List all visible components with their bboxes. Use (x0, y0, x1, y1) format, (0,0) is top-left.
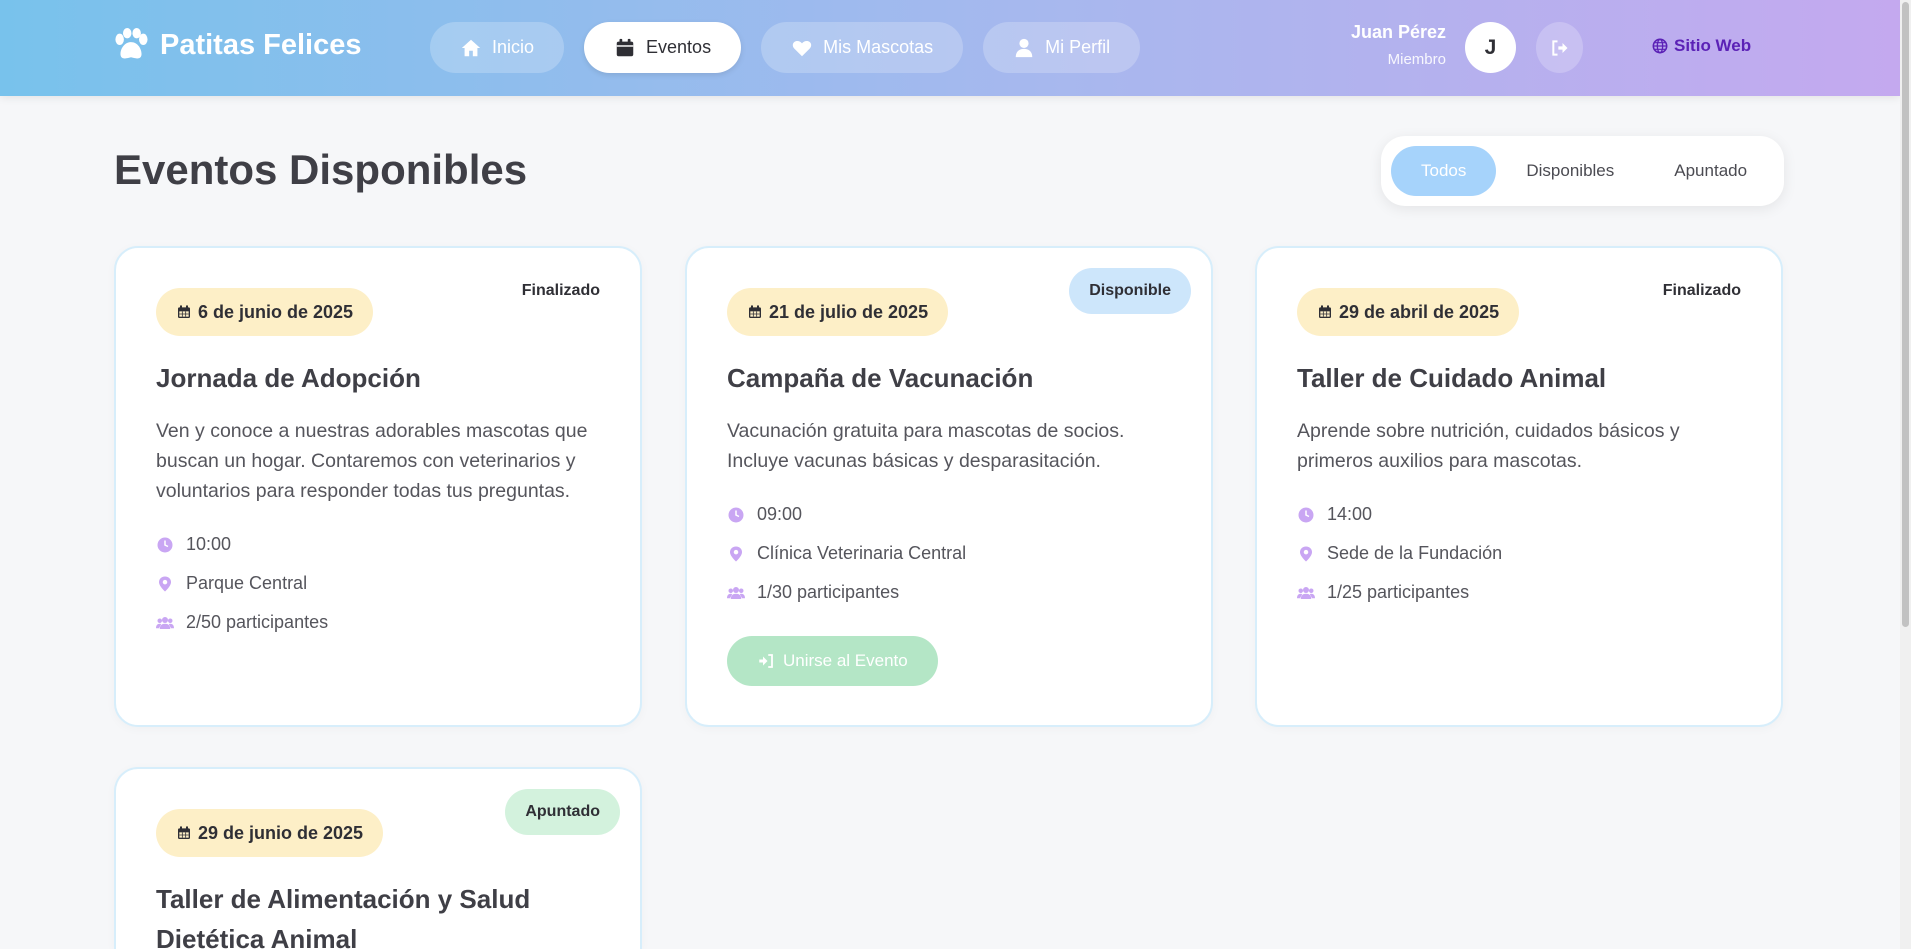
join-event-button[interactable]: Unirse al Evento (727, 636, 938, 686)
status-badge: Apuntado (505, 789, 620, 835)
calendar-icon (749, 305, 761, 318)
paw-icon (115, 28, 148, 59)
event-date-text: 6 de junio de 2025 (198, 301, 354, 322)
event-time: 09:00 (727, 504, 802, 525)
page-title: Eventos Disponibles (114, 146, 528, 193)
clock-icon (157, 537, 173, 552)
event-date-text: 21 de julio de 2025 (769, 301, 929, 322)
nav-label: Mi Perfil (1045, 37, 1111, 57)
nav-mi-perfil[interactable]: Mi Perfil (983, 22, 1141, 73)
event-description: Ven y conoce a nuestras adorables mascot… (156, 420, 588, 502)
event-date: 21 de julio de 2025 (727, 288, 949, 336)
clock-icon (728, 507, 744, 522)
calendar-icon (178, 305, 190, 318)
user-role: Miembro (1387, 51, 1446, 68)
filter-disponibles[interactable]: Disponibles (1496, 146, 1644, 196)
nav-inicio[interactable]: Inicio (430, 22, 565, 73)
sign-in-icon (759, 654, 773, 668)
users-icon (727, 586, 745, 599)
event-card: Finalizado 29 de abril de 2025 Taller de… (1255, 246, 1783, 727)
filter-todos[interactable]: Todos (1391, 146, 1497, 196)
event-location-text: Sede de la Fundación (1327, 543, 1503, 563)
event-location: Parque Central (156, 573, 307, 594)
avatar[interactable]: J (1465, 22, 1516, 73)
brand-logo[interactable]: Patitas Felices (112, 28, 362, 62)
event-title: Campaña de Vacunación (727, 363, 1034, 393)
event-date: 29 de abril de 2025 (1297, 288, 1520, 336)
event-participants-text: 2/50 participantes (186, 612, 329, 632)
event-time-text: 14:00 (1327, 504, 1373, 524)
status-badge: Disponible (1069, 268, 1191, 314)
site-link[interactable]: Sitio Web (1652, 36, 1751, 56)
users-icon (1297, 586, 1315, 599)
clock-icon (1298, 507, 1314, 522)
users-icon (156, 616, 174, 629)
sign-out-icon (1551, 39, 1567, 56)
event-title: Taller de Alimentación y Salud Dietética… (156, 884, 531, 949)
heart-icon (792, 40, 812, 56)
nav-eventos[interactable]: Eventos (584, 22, 742, 73)
calendar-icon (178, 826, 190, 839)
top-navbar: Patitas Felices Inicio Eventos Mis Masco… (0, 0, 1900, 96)
event-title: Taller de Cuidado Animal (1297, 363, 1607, 393)
user-info: Juan Pérez Miembro (1300, 22, 1446, 68)
event-title: Jornada de Adopción (156, 363, 421, 393)
location-pin-icon (730, 546, 742, 561)
event-description: Vacunación gratuita para mascotas de soc… (727, 420, 1125, 472)
event-card: Finalizado 6 de junio de 2025 Jornada de… (114, 246, 642, 727)
event-card: Disponible 21 de julio de 2025 Campaña d… (685, 246, 1213, 727)
event-participants-text: 1/25 participantes (1327, 582, 1470, 602)
event-date: 6 de junio de 2025 (156, 288, 374, 336)
event-location-text: Parque Central (186, 573, 308, 593)
site-link-label: Sitio Web (1674, 36, 1752, 55)
user-icon (1015, 38, 1033, 57)
location-pin-icon (1300, 546, 1312, 561)
calendar-icon (616, 38, 634, 56)
globe-icon (1652, 38, 1668, 54)
event-date-text: 29 de junio de 2025 (198, 822, 364, 843)
nav-label: Inicio (492, 37, 535, 57)
event-location-text: Clínica Veterinaria Central (757, 543, 967, 563)
home-icon (461, 39, 481, 56)
nav-label: Eventos (646, 37, 712, 57)
nav-mis-mascotas[interactable]: Mis Mascotas (761, 22, 964, 73)
event-location: Sede de la Fundación (1297, 543, 1502, 564)
filter-group: Todos Disponibles Apuntado (1381, 136, 1784, 206)
event-time-text: 10:00 (186, 534, 232, 554)
event-date-text: 29 de abril de 2025 (1339, 301, 1500, 322)
status-badge: Finalizado (1662, 282, 1741, 299)
event-card: Apuntado 29 de junio de 2025 Taller de A… (114, 767, 642, 949)
status-badge: Finalizado (521, 282, 600, 299)
event-description: Aprende sobre nutrición, cuidados básico… (1297, 420, 1680, 472)
nav-label: Mis Mascotas (823, 37, 934, 57)
event-participants: 1/25 participantes (1297, 582, 1469, 603)
filter-apuntado[interactable]: Apuntado (1644, 146, 1777, 196)
location-pin-icon (159, 576, 171, 591)
logout-button[interactable] (1536, 22, 1583, 73)
join-event-label: Unirse al Evento (783, 651, 908, 670)
event-date: 29 de junio de 2025 (156, 809, 384, 857)
event-participants: 1/30 participantes (727, 582, 899, 603)
main-nav: Inicio Eventos Mis Mascotas Mi Perfil (430, 22, 1141, 73)
brand-name: Patitas Felices (160, 28, 362, 61)
event-participants: 2/50 participantes (156, 612, 328, 633)
event-time: 10:00 (156, 534, 231, 555)
event-time: 14:00 (1297, 504, 1372, 525)
calendar-icon (1319, 305, 1331, 318)
event-time-text: 09:00 (757, 504, 803, 524)
user-name: Juan Pérez (1350, 22, 1446, 42)
event-location: Clínica Veterinaria Central (727, 543, 966, 564)
event-participants-text: 1/30 participantes (757, 582, 900, 602)
scrollbar-thumb[interactable] (1902, 2, 1909, 627)
